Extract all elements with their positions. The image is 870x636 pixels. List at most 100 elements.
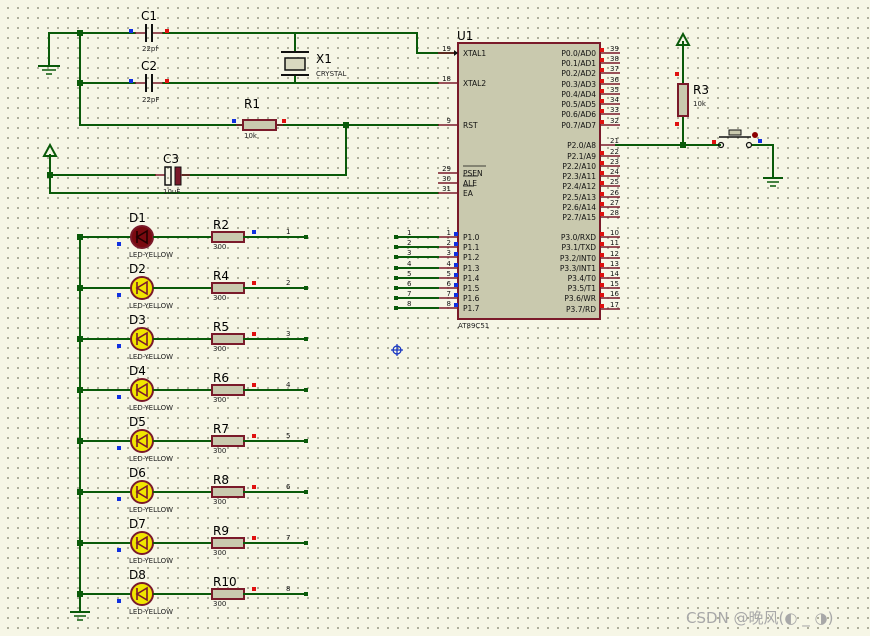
resistor-r9[interactable]: R9 300 — [211, 524, 256, 557]
resistor-r2[interactable]: R2 300 — [211, 218, 256, 251]
led-ref: D4 — [129, 364, 146, 378]
pin-name: P0.0/AD0 — [561, 49, 596, 58]
x1-ref: X1 — [316, 52, 332, 66]
led-value: LED-YELLOW — [129, 506, 173, 514]
c3-value: 10uF — [163, 188, 180, 196]
resistor-ref: R9 — [213, 524, 229, 538]
led-value: LED-YELLOW — [129, 353, 173, 361]
led-row-5: D5 LED-YELLOW R7 300 5 — [77, 415, 308, 463]
pin-name: P1.2 — [463, 253, 480, 262]
net-label: 7 — [407, 290, 411, 298]
capacitor-c2[interactable]: C2 22pF — [129, 59, 169, 104]
led-d5[interactable]: D5 LED-YELLOW — [117, 415, 173, 463]
pin-number: 11 — [610, 239, 619, 247]
resistor-value: 300 — [213, 243, 226, 251]
pin-number: 25 — [610, 178, 619, 186]
resistor-r6[interactable]: R6 300 — [211, 371, 256, 404]
pin-number: 18 — [442, 75, 451, 83]
led-d2[interactable]: D2 LED-YELLOW — [117, 262, 173, 310]
pin-number: 29 — [442, 165, 451, 173]
schematic-canvas[interactable]: C1 22pf C2 22pF X1 CRYSTAL R1 10k C3 10u… — [0, 0, 870, 636]
r3-ref: R3 — [693, 83, 709, 97]
r1-value: 10k — [244, 132, 258, 140]
led-value: LED-YELLOW — [129, 302, 173, 310]
x1-value: CRYSTAL — [316, 70, 347, 78]
net-label: 6 — [407, 280, 412, 288]
resistor-value: 300 — [213, 345, 226, 353]
pin-number: 2 — [447, 239, 451, 247]
pin-name: P0.5/AD5 — [561, 100, 596, 109]
pin-number: 39 — [610, 45, 619, 53]
resistor-r4[interactable]: R4 300 — [211, 269, 256, 302]
pin-number: 30 — [442, 175, 451, 183]
pin-name: P2.3/A11 — [562, 172, 596, 181]
resistor-ref: R4 — [213, 269, 229, 283]
net-label: 8 — [286, 585, 290, 593]
pin-number: 26 — [610, 189, 619, 197]
pin-number: 17 — [610, 301, 619, 309]
pin-name: P1.4 — [463, 274, 480, 283]
resistor-r7[interactable]: R7 300 — [211, 422, 256, 455]
net-label: 4 — [407, 260, 412, 268]
led-row-7: D7 LED-YELLOW R9 300 7 — [77, 517, 308, 565]
led-value: LED-YELLOW — [129, 557, 173, 565]
pin-name: P1.1 — [463, 243, 480, 252]
pin-number: 7 — [447, 290, 451, 298]
capacitor-c1[interactable]: C1 22pf — [129, 9, 169, 53]
pin-number: 13 — [610, 260, 619, 268]
resistor-value: 300 — [213, 498, 226, 506]
resistor-r10[interactable]: R10 300 — [211, 575, 256, 608]
resistor-r3[interactable]: R3 10k — [675, 72, 709, 126]
led-d4[interactable]: D4 LED-YELLOW — [117, 364, 173, 412]
pin-number: 9 — [447, 117, 451, 125]
led-d1[interactable]: D1 LED-YELLOW — [117, 211, 173, 259]
c1-value: 22pf — [142, 45, 158, 53]
resistor-r5[interactable]: R5 300 — [211, 320, 256, 353]
c2-value: 22pF — [142, 96, 159, 104]
ground-icon — [38, 63, 60, 75]
crosshair-cursor-icon — [391, 344, 403, 356]
pin-number: 6 — [447, 280, 452, 288]
schematic-svg: C1 22pf C2 22pF X1 CRYSTAL R1 10k C3 10u… — [38, 9, 833, 628]
led-d7[interactable]: D7 LED-YELLOW — [117, 517, 173, 565]
c3-ref: C3 — [163, 152, 179, 166]
pin-name: ALE — [463, 179, 477, 188]
pin-name: P1.3 — [463, 264, 480, 273]
resistor-value: 300 — [213, 447, 226, 455]
led-d3[interactable]: D3 LED-YELLOW — [117, 313, 173, 361]
resistor-ref: R7 — [213, 422, 229, 436]
pin-number: 24 — [610, 168, 619, 176]
net-label: 6 — [286, 483, 291, 491]
pin-name: RST — [463, 121, 478, 130]
resistor-ref: R5 — [213, 320, 229, 334]
c1-ref: C1 — [141, 9, 157, 23]
pin-number: 22 — [610, 148, 619, 156]
net-label: 3 — [407, 249, 411, 257]
resistor-r1[interactable]: R1 10k — [232, 97, 286, 140]
resistor-value: 300 — [213, 600, 226, 608]
pin-name: P2.5/A13 — [562, 193, 596, 202]
pin-number: 1 — [447, 229, 451, 237]
pin-number: 36 — [610, 76, 619, 84]
led-row-1: D1 LED-YELLOW R2 300 1 — [77, 211, 308, 259]
resistor-r8[interactable]: R8 300 — [211, 473, 256, 506]
led-d6[interactable]: D6 LED-YELLOW — [117, 466, 173, 514]
pin-name: P3.0/RXD — [561, 233, 596, 242]
u1-right-pins: 39 P0.0/AD0 38 P0.1/AD1 37 P0.2/AD2 36 P0.3/AD3… — [560, 45, 620, 314]
led-ref: D1 — [129, 211, 146, 225]
reset-button-circuit — [615, 41, 774, 179]
pin-name: P0.1/AD1 — [561, 59, 596, 68]
net-label: 1 — [286, 228, 290, 236]
resistor-value: 300 — [213, 396, 226, 404]
pin-name: P1.7 — [463, 304, 480, 313]
led-d8[interactable]: D8 LED-YELLOW — [117, 568, 173, 616]
pin-number: 27 — [610, 199, 619, 207]
led-ref: D7 — [129, 517, 146, 531]
pin-number: 35 — [610, 86, 619, 94]
resistor-ref: R2 — [213, 218, 229, 232]
pin-name: P1.5 — [463, 284, 480, 293]
led-value: LED-YELLOW — [129, 608, 173, 616]
net-label: 4 — [286, 381, 291, 389]
r3-value: 10k — [693, 100, 707, 108]
crystal-x1[interactable]: X1 CRYSTAL — [281, 51, 347, 78]
